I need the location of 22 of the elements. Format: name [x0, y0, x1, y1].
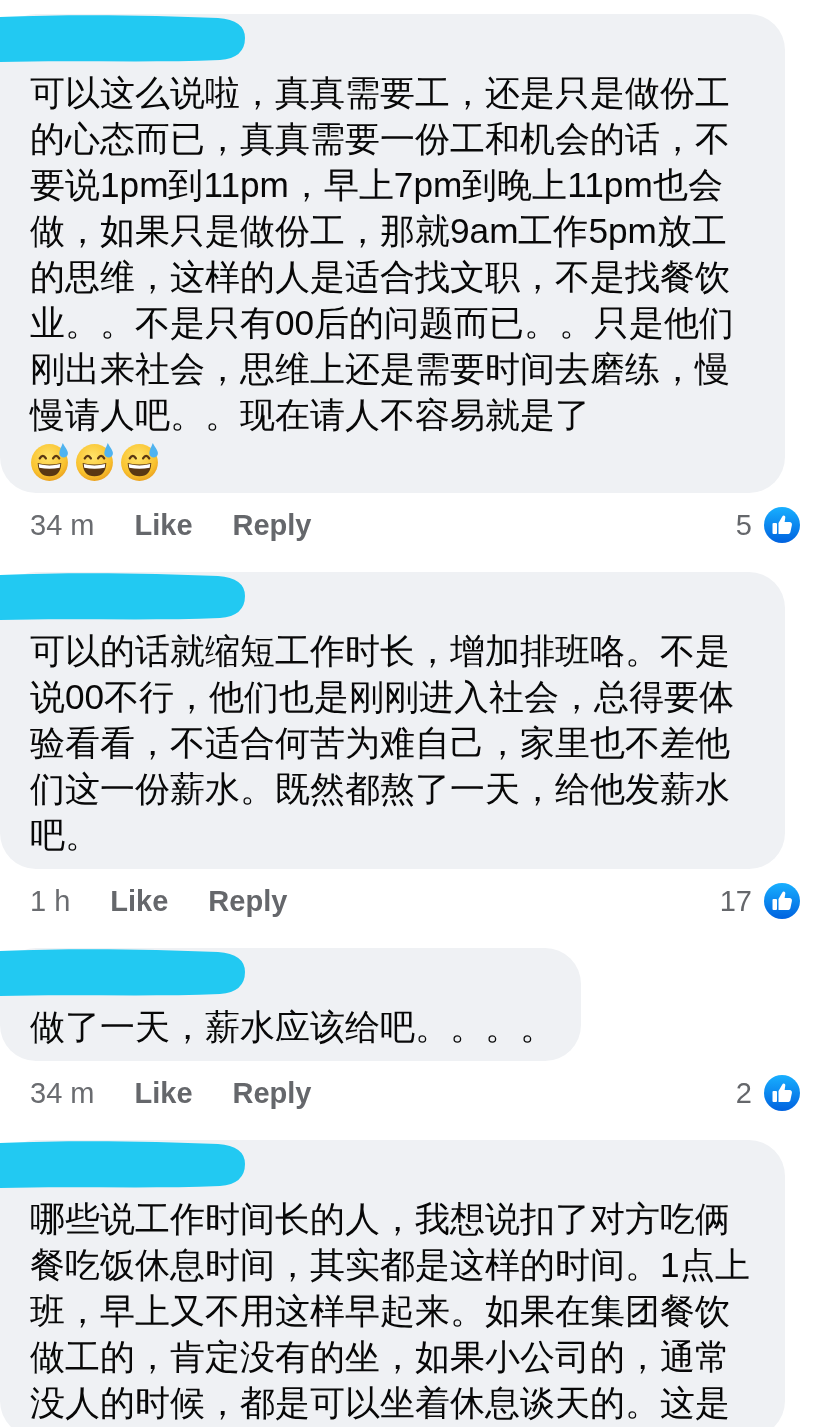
- thumbs-up-icon: [764, 507, 800, 543]
- reaction-count[interactable]: 5: [735, 508, 752, 542]
- thumbs-up-icon: [764, 1075, 800, 1111]
- comment-time: 1 h: [30, 884, 71, 918]
- like-button[interactable]: Like: [134, 508, 193, 542]
- comment-time: 34 m: [30, 1076, 95, 1110]
- thumbs-up-icon: [764, 883, 800, 919]
- reaction-count[interactable]: 2: [735, 1076, 752, 1110]
- comment-time: 34 m: [30, 508, 95, 542]
- comment-text: 哪些说工作时间长的人，我想说扣了对方吃俩餐吃饭休息时间，其实都是这样的时间。1点上班，早上又不用这样早起来。如果在集团餐饮做工的，肯定没有的坐，如果小公司的，通常没人的时候，都是可以坐着休息谈天的。这是: [30, 1199, 750, 1422]
- like-button[interactable]: Like: [110, 884, 169, 918]
- comment-text: 做了一天，薪水应该给吧。。。。: [30, 1007, 555, 1046]
- reply-button[interactable]: Reply: [208, 884, 288, 918]
- reply-button[interactable]: Reply: [232, 508, 312, 542]
- grinning-sweat-emoji-icon: [30, 441, 71, 482]
- grinning-sweat-emoji-icon: [120, 441, 161, 482]
- grinning-sweat-emoji-icon: [75, 441, 116, 482]
- comment-text: 可以的话就缩短工作时长，增加排班咯。不是说00不行，他们也是刚刚进入社会，总得要体验看看，不适合何苦为难自己，家里也不差他们这一份薪水。既然都熬了一天，给他发薪水吧。: [30, 631, 735, 854]
- comment-text: 可以这么说啦，真真需要工，还是只是做份工的心态而已，真真需要一份工和机会的话，不要说1pm到11pm，早上7pm到晚上11pm也会做，如果只是做份工，那就9am工作5pm放工的思维，这样的人是适合找文职，不是找餐饮业。。不是只有00后的问题而已。。只是他们刚出来社会，思维上还是需要时间去磨练，慢慢请人吧。。现在请人不容易就是了: [30, 73, 735, 434]
- reply-button[interactable]: Reply: [232, 1076, 312, 1110]
- like-button[interactable]: Like: [134, 1076, 193, 1110]
- reaction-count[interactable]: 17: [719, 884, 752, 918]
